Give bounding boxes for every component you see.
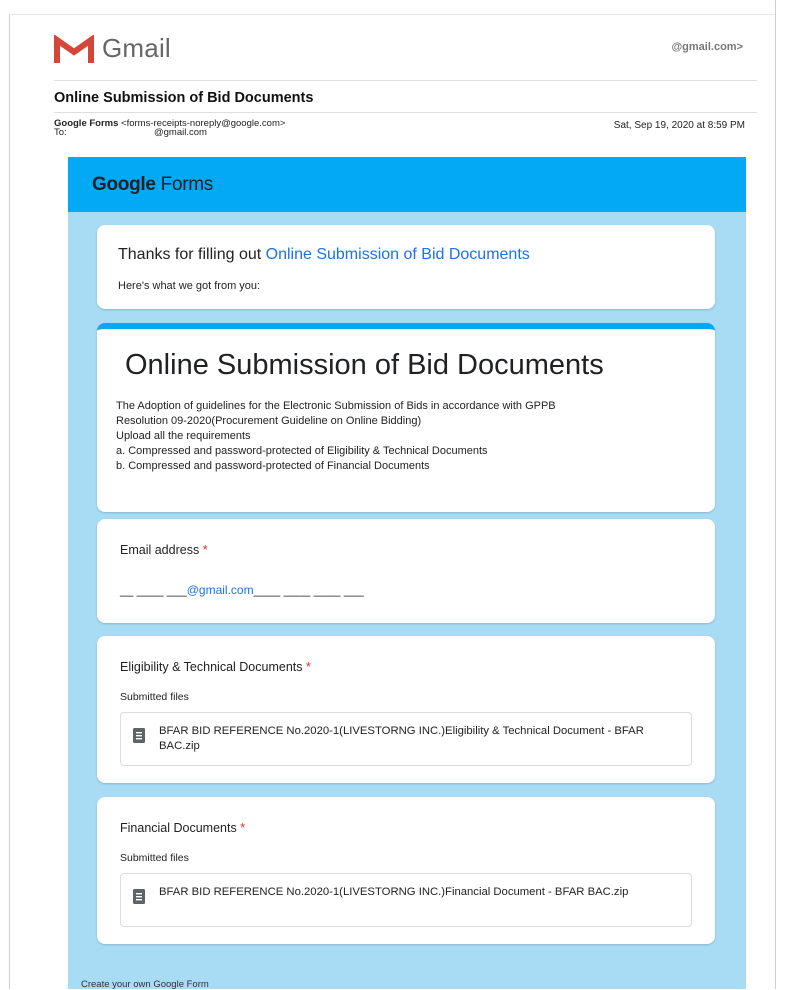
google-forms-logo[interactable]: Google Forms — [92, 174, 213, 196]
description-line: The Adoption of guidelines for the Elect… — [116, 400, 556, 412]
question-label: Eligibility & Technical Documents * — [120, 660, 311, 674]
submitted-files-label: Submitted files — [120, 691, 189, 703]
divider — [54, 80, 757, 81]
email-answer: __ ____ ___@gmail.com____ ____ ____ ___ — [120, 583, 364, 597]
form-title-card: Online Submission of Bid Documents The A… — [97, 323, 715, 512]
message-to-value: @gmail.com — [154, 127, 207, 138]
form-description: The Adoption of guidelines for the Elect… — [116, 399, 706, 474]
form-receipt-body: Google Forms Thanks for filling out Onli… — [68, 157, 746, 990]
thanks-subtitle: Here's what we got from you: — [118, 280, 261, 292]
form-title-link[interactable]: Online Submission of Bid Documents — [266, 246, 530, 263]
required-marker: * — [240, 821, 246, 835]
question-card-eligibility: Eligibility & Technical Documents * Subm… — [97, 636, 715, 783]
answer-email-link[interactable]: @gmail.com — [187, 583, 254, 597]
question-card-financial: Financial Documents * Submitted files BF… — [97, 797, 715, 944]
question-label: Financial Documents * — [120, 821, 246, 835]
page-left-border — [9, 14, 10, 989]
submitted-file[interactable]: BFAR BID REFERENCE No.2020-1(LIVESTORNG … — [120, 873, 692, 927]
required-marker: * — [202, 543, 208, 557]
create-form-link[interactable]: Create your own Google Form — [81, 979, 209, 990]
message-to-label: To: — [54, 127, 67, 138]
account-email: @gmail.com> — [671, 41, 743, 53]
file-name: BFAR BID REFERENCE No.2020-1(LIVESTORNG … — [159, 725, 644, 752]
archive-file-icon — [133, 889, 145, 904]
required-marker: * — [305, 660, 311, 674]
question-label: Email address * — [120, 543, 208, 557]
submitted-files-label: Submitted files — [120, 852, 189, 864]
gmail-header: Gmail — [54, 33, 171, 64]
description-line: Upload all the requirements — [116, 430, 251, 442]
question-card-email: Email address * __ ____ ___@gmail.com___… — [97, 519, 715, 623]
gmail-m-icon — [54, 34, 94, 63]
printed-page: Gmail @gmail.com> Online Submission of B… — [0, 0, 776, 990]
gmail-wordmark: Gmail — [102, 33, 171, 63]
file-name: BFAR BID REFERENCE No.2020-1(LIVESTORNG … — [159, 886, 629, 898]
thanks-card: Thanks for filling out Online Submission… — [97, 225, 715, 309]
divider — [54, 112, 757, 113]
thanks-heading: Thanks for filling out Online Submission… — [118, 246, 530, 263]
description-line: Resolution 09-2020(Procurement Guideline… — [116, 415, 422, 427]
message-subject: Online Submission of Bid Documents — [54, 90, 314, 106]
description-line: a. Compressed and password-protected of … — [116, 445, 488, 457]
google-forms-banner: Google Forms — [68, 157, 746, 212]
page-top-border — [9, 14, 775, 15]
message-date: Sat, Sep 19, 2020 at 8:59 PM — [613, 120, 745, 131]
archive-file-icon — [133, 728, 145, 743]
form-title: Online Submission of Bid Documents — [125, 349, 604, 381]
description-line: b. Compressed and password-protected of … — [116, 460, 430, 472]
submitted-file[interactable]: BFAR BID REFERENCE No.2020-1(LIVESTORNG … — [120, 712, 692, 766]
